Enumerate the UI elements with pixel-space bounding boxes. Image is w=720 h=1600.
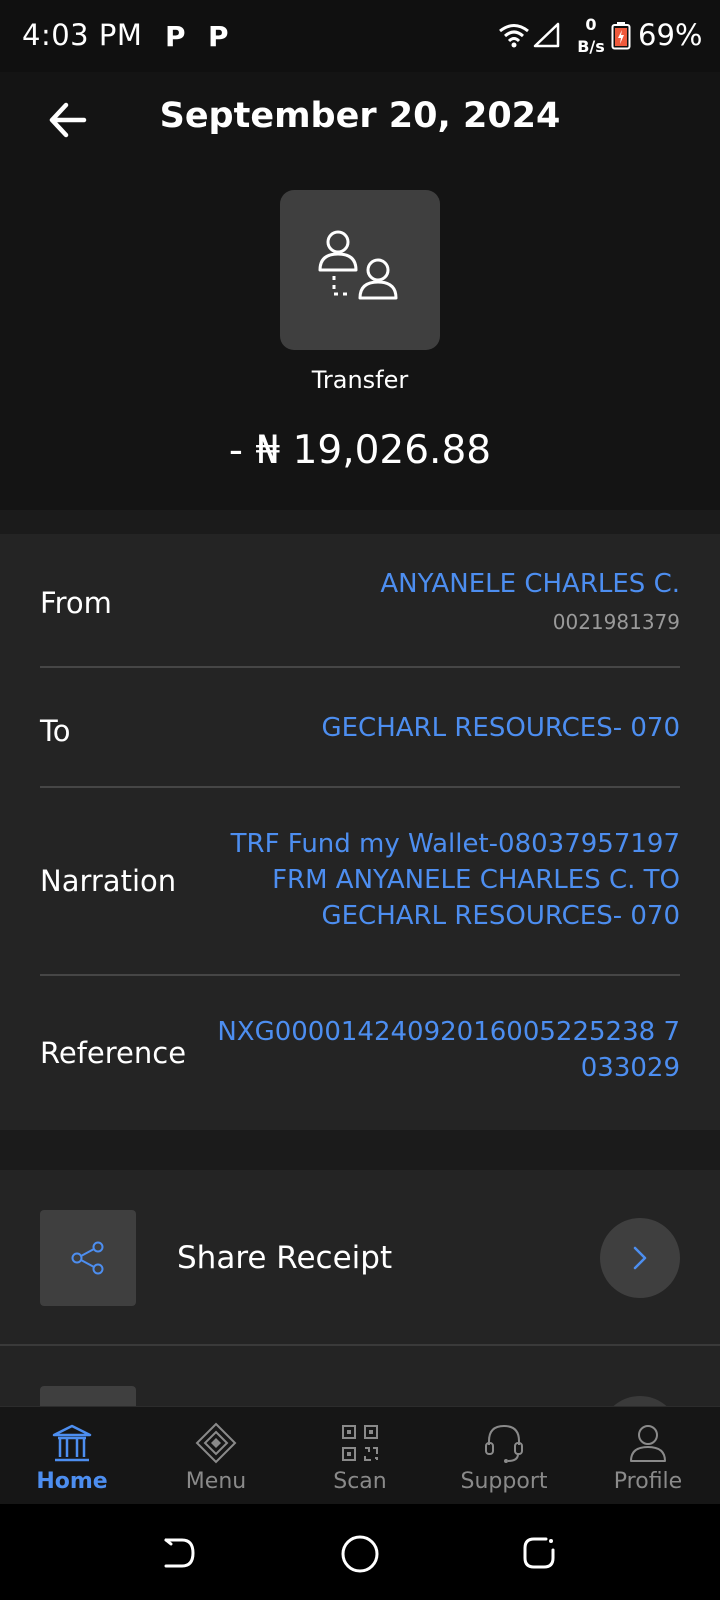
menu-diamond-icon (195, 1422, 237, 1464)
nav-item-support[interactable]: Support (432, 1407, 576, 1505)
detail-label: Reference (40, 1036, 187, 1070)
transaction-details: From ANYANELE CHARLES C. 0021981379 To G… (0, 534, 720, 1130)
share-tile (40, 1210, 136, 1306)
detail-row-narration: Narration TRF Fund my Wallet-08037957197… (40, 788, 680, 976)
narration-line: FRM ANYANELE CHARLES C. TO (272, 865, 680, 895)
detail-value-to[interactable]: GECHARL RESOURCES- 070 (321, 710, 680, 746)
share-receipt-label: Share Receipt (177, 1240, 393, 1276)
bank-icon (52, 1424, 92, 1462)
headset-icon (485, 1424, 523, 1463)
nav-label: Home (36, 1469, 108, 1494)
account-number: 0021981379 (552, 610, 680, 634)
transaction-type-label: Transfer (311, 366, 409, 394)
network-speed-unit: B/s (577, 37, 605, 56)
transaction-amount: - ₦ 19,026.88 (228, 428, 492, 473)
detail-label: To (40, 714, 71, 748)
qr-scan-icon (342, 1425, 378, 1461)
page-title: September 20, 2024 (159, 96, 561, 136)
transfer-users-icon (318, 230, 398, 300)
share-receipt-button[interactable] (600, 1218, 680, 1298)
detail-value-reference[interactable]: NXG00001424092016005225238 7 033029 (217, 1014, 680, 1086)
notification-p-icon: P (165, 20, 186, 53)
bottom-nav: Home Menu Scan Support Profile (0, 1406, 720, 1504)
share-icon (71, 1241, 104, 1275)
status-bar: 4:03 PM P P 0 B/s 69% (0, 0, 720, 72)
network-speed-value: 0 (585, 15, 597, 34)
nav-label: Menu (185, 1469, 247, 1494)
nav-item-scan[interactable]: Scan (288, 1407, 432, 1505)
nav-item-menu[interactable]: Menu (144, 1407, 288, 1505)
detail-value-from[interactable]: ANYANELE CHARLES C. (380, 566, 680, 602)
wifi-icon (499, 24, 529, 48)
reference-line: NXG00001424092016005225238 7 (217, 1017, 680, 1047)
system-nav-bar (0, 1504, 720, 1600)
system-home-icon[interactable] (340, 1534, 380, 1574)
battery-percent: 69% (638, 18, 703, 52)
system-back-icon[interactable] (160, 1534, 198, 1572)
transaction-header: September 20, 2024 Transfer - ₦ 19,026.8… (0, 72, 720, 510)
nav-item-home[interactable]: Home (0, 1407, 144, 1505)
nav-label: Scan (333, 1469, 387, 1494)
receipt-actions: Share Receipt (0, 1170, 720, 1476)
detail-row-to: To GECHARL RESOURCES- 070 (40, 668, 680, 788)
notification-p-icon: P (208, 20, 229, 53)
chevron-right-icon (633, 1246, 647, 1270)
profile-icon (630, 1425, 666, 1462)
narration-line: TRF Fund my Wallet-08037957197 (230, 829, 680, 859)
reference-line: 033029 (580, 1053, 680, 1083)
status-time: 4:03 PM (22, 18, 143, 52)
share-receipt-row[interactable]: Share Receipt (0, 1170, 720, 1346)
nav-label: Support (460, 1469, 548, 1494)
detail-row-reference: Reference NXG00001424092016005225238 7 0… (40, 976, 680, 1130)
nav-label: Profile (613, 1469, 683, 1494)
nav-item-profile[interactable]: Profile (576, 1407, 720, 1505)
detail-row-from: From ANYANELE CHARLES C. 0021981379 (40, 534, 680, 668)
system-recents-icon[interactable] (520, 1534, 558, 1572)
narration-line: GECHARL RESOURCES- 070 (321, 901, 680, 931)
detail-value-narration[interactable]: TRF Fund my Wallet-08037957197 FRM ANYAN… (231, 826, 680, 934)
transaction-type-tile (280, 190, 440, 350)
detail-label: Narration (40, 864, 177, 898)
network-speed: 0 B/s (573, 14, 609, 58)
detail-label: From (40, 586, 112, 620)
signal-icon (533, 22, 560, 48)
battery-icon (611, 22, 631, 50)
